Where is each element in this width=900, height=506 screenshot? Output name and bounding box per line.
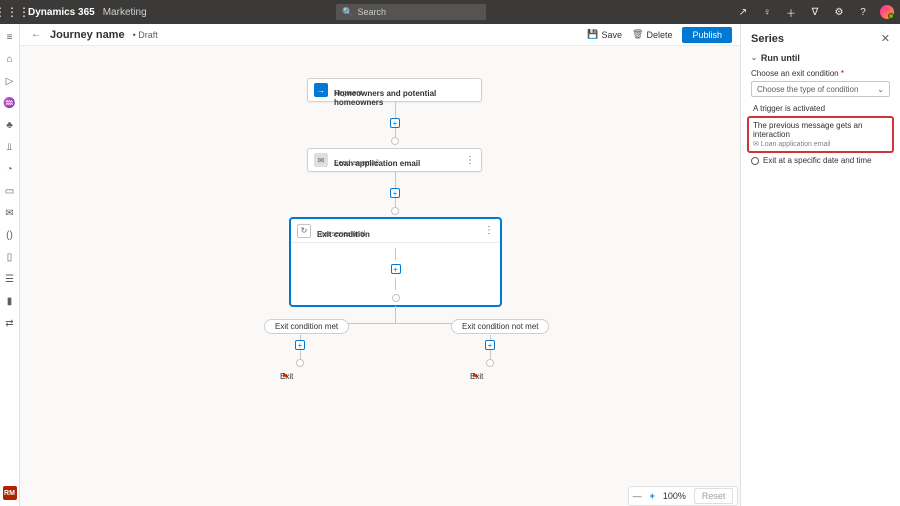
filter-icon[interactable]: ∇ — [808, 5, 822, 19]
properties-panel: Series ✕ ⌄ Run until Choose an exit cond… — [740, 24, 900, 506]
chevron-down-icon: ⌄ — [751, 54, 757, 62]
segment-tile[interactable]: → Segment Homeowners and potential homeo… — [307, 78, 482, 102]
field-label: Choose an exit condition * — [751, 69, 890, 78]
nav-link-icon[interactable]: ⇄ — [3, 316, 17, 330]
connector-node — [486, 359, 494, 367]
nav-calendar-icon[interactable]: ◔ — [3, 162, 17, 176]
connector-node — [391, 207, 399, 215]
add-inner-step-icon[interactable]: + — [391, 264, 401, 274]
zoom-out-button[interactable]: — — [633, 491, 642, 501]
tile-more-icon[interactable]: ⋮ — [484, 225, 494, 236]
segment-value: Homeowners and potential homeowners — [334, 90, 481, 108]
series-value: Exit condition — [317, 231, 370, 240]
branch-not-met[interactable]: Exit condition not met — [451, 319, 549, 334]
connector-node — [296, 359, 304, 367]
nav-tree-icon[interactable]: ♣ — [3, 118, 17, 132]
add-step-icon[interactable]: + — [295, 340, 305, 350]
option-prev-message[interactable]: The previous message gets an interaction… — [747, 116, 894, 153]
branch-met[interactable]: Exit condition met — [264, 319, 349, 334]
page-title: Journey name — [50, 29, 125, 41]
zoom-in-button[interactable]: + — [650, 491, 655, 501]
add-icon[interactable]: ＋ — [784, 5, 798, 19]
avatar[interactable] — [880, 5, 894, 19]
add-step-icon[interactable]: + — [390, 188, 400, 198]
series-icon: ↻ — [297, 224, 311, 238]
section-toggle[interactable]: ⌄ Run until — [751, 53, 890, 63]
search-input[interactable]: 🔍 Search — [336, 4, 486, 20]
zoom-reset-button[interactable]: Reset — [694, 488, 734, 504]
nav-play-icon[interactable]: ▷ — [3, 74, 17, 88]
app-launcher[interactable]: ⋮⋮⋮ — [0, 0, 24, 24]
add-step-icon[interactable]: + — [390, 118, 400, 128]
nav-page-icon[interactable]: ▯ — [3, 250, 17, 264]
settings-icon[interactable]: ⚙ — [832, 5, 846, 19]
command-bar: ← Journey name • Draft 💾Save 🗑Delete Pub… — [20, 24, 740, 46]
connector-node — [391, 137, 399, 145]
nav-book-icon[interactable]: ▮ — [3, 294, 17, 308]
nav-list-icon[interactable]: ☰ — [3, 272, 17, 286]
zoom-level: 100% — [663, 491, 686, 501]
back-button[interactable]: ← — [28, 27, 44, 43]
segment-icon: → — [314, 83, 328, 97]
save-icon: 💾 — [587, 29, 598, 40]
series-tile[interactable]: ↻ Run series until Exit condition ⋮ + — [290, 218, 501, 306]
panel-title: Series — [751, 33, 784, 45]
journey-canvas[interactable]: → Segment Homeowners and potential homeo… — [20, 46, 740, 506]
option-time[interactable]: Exit at a specific date and time — [751, 156, 890, 165]
connector-node — [392, 294, 400, 302]
email-tile[interactable]: ✉ Send an email Loan application email ⋮ — [307, 148, 482, 172]
lightbulb-icon[interactable]: ♀ — [760, 5, 774, 19]
status-badge: • Draft — [133, 30, 158, 40]
nav-mail-icon[interactable]: ✉ — [3, 206, 17, 220]
radio-icon — [751, 157, 759, 165]
delete-button[interactable]: 🗑Delete — [632, 29, 672, 40]
brand: Dynamics 365 — [28, 7, 95, 18]
condition-select[interactable]: Choose the type of condition ⌄ — [751, 81, 890, 97]
left-nav: ≡ ⌂ ▷ ♒ ♣ ⫫ ◔ ▭ ✉ () ▯ ☰ ▮ ⇄ RM — [0, 24, 20, 506]
publish-button[interactable]: Publish — [682, 27, 732, 43]
search-placeholder: Search — [358, 7, 387, 17]
chevron-down-icon: ⌄ — [877, 85, 884, 94]
tile-more-icon[interactable]: ⋮ — [465, 155, 475, 166]
option-trigger[interactable]: A trigger is activated — [751, 101, 890, 116]
add-step-icon[interactable]: + — [485, 340, 495, 350]
share-icon[interactable]: ↗ — [736, 5, 750, 19]
nav-chart-icon[interactable]: ⫫ — [3, 140, 17, 154]
email-icon: ✉ — [753, 140, 759, 148]
zoom-controls: — + 100% Reset — [628, 486, 738, 506]
app-name: Marketing — [103, 7, 147, 18]
option-subtitle: Loan application email — [761, 141, 831, 148]
option-title: The previous message gets an interaction — [753, 121, 888, 139]
email-icon: ✉ — [314, 153, 328, 167]
nav-form-icon[interactable]: ▭ — [3, 184, 17, 198]
nav-hamburger-icon[interactable]: ≡ — [3, 30, 17, 44]
nav-home-icon[interactable]: ⌂ — [3, 52, 17, 66]
area-switcher[interactable]: RM — [3, 486, 17, 500]
close-icon[interactable]: ✕ — [881, 32, 890, 45]
nav-brackets-icon[interactable]: () — [3, 228, 17, 242]
save-button[interactable]: 💾Save — [587, 29, 622, 40]
search-icon: 🔍 — [342, 7, 353, 18]
email-value: Loan application email — [334, 160, 420, 169]
help-icon[interactable]: ? — [856, 5, 870, 19]
delete-icon: 🗑 — [632, 29, 643, 40]
nav-journey-icon[interactable]: ♒ — [3, 96, 17, 110]
